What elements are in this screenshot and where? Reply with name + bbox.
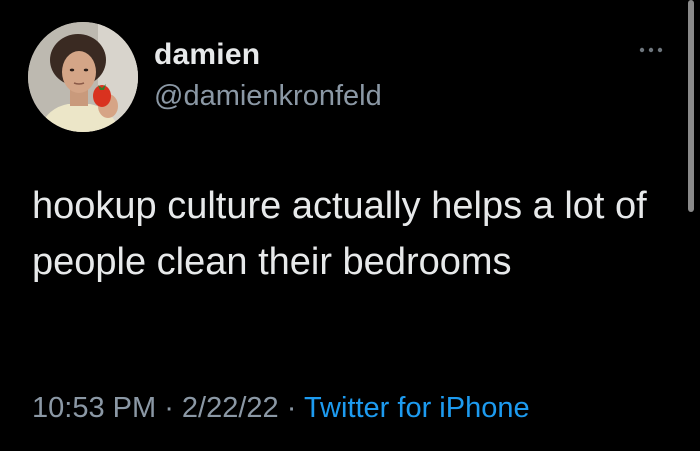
- display-name[interactable]: damien: [154, 38, 260, 72]
- tweet-metadata: 10:53 PM · 2/22/22 · Twitter for iPhone: [32, 392, 530, 425]
- meta-separator: ·: [156, 392, 182, 424]
- tweet-detail: damien @damienkronfeld hookup culture ac…: [0, 0, 700, 451]
- meta-separator: ·: [278, 392, 304, 424]
- profile-photo-icon: [28, 22, 138, 132]
- avatar[interactable]: [28, 22, 138, 132]
- tweet-time[interactable]: 10:53 PM: [32, 392, 156, 424]
- user-handle[interactable]: @damienkronfeld: [154, 80, 382, 113]
- more-horizontal-icon[interactable]: [636, 40, 666, 60]
- tweet-date[interactable]: 2/22/22: [182, 392, 279, 424]
- tweet-text: hookup culture actually helps a lot of p…: [32, 185, 647, 283]
- scrollbar[interactable]: [688, 0, 694, 212]
- tweet-source-link[interactable]: Twitter for iPhone: [304, 392, 530, 424]
